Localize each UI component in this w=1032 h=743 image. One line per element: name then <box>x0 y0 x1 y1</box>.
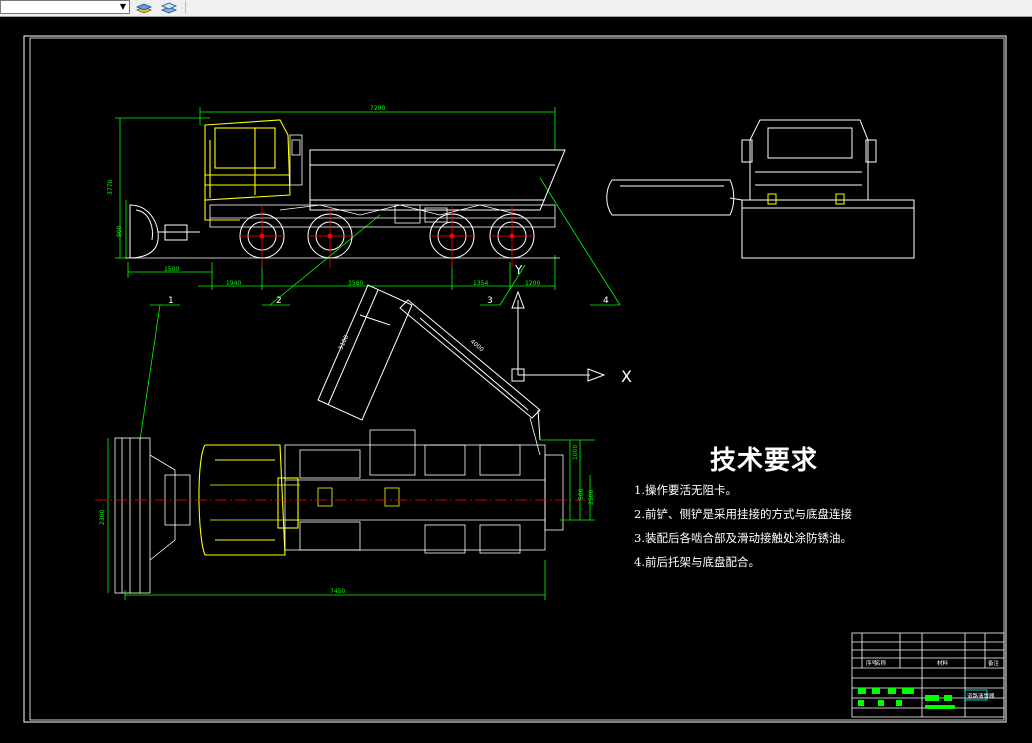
plan-view: X Y 5100 4000 7450 2300 1000 2500 500 <box>95 263 632 600</box>
outer-frame <box>23 35 1007 723</box>
callout-1: 1 <box>168 296 174 306</box>
layer-combo[interactable]: ▼ <box>0 0 130 14</box>
layer-states-icon[interactable] <box>135 0 153 15</box>
side-view: 7290 3770 900 1500 1940 3580 1354 1200 1… <box>107 105 621 441</box>
chevron-down-icon[interactable]: ▼ <box>118 1 128 13</box>
callout-4: 4 <box>603 296 609 306</box>
dim-plan-width: 2300 <box>99 510 106 525</box>
tech-requirements-list: 1.操作要活无阻卡。 2.前铲、侧铲是采用挂接的方式与底盘连接 3.装配后各啮合… <box>634 483 852 579</box>
tech-requirement-item: 4.前后托架与底盘配合。 <box>634 555 760 569</box>
tb-drawing-name: 道路清雪器 <box>967 692 995 700</box>
tb-header-notes: 备注 <box>988 659 1000 667</box>
dim-front-overhang: 1500 <box>164 266 179 273</box>
tech-requirements-title: 技术要求 <box>710 446 819 476</box>
dim-arm-lower: 4000 <box>469 338 485 353</box>
dim-rear-overhang: 1200 <box>525 280 540 287</box>
layer-previous-icon[interactable] <box>160 0 178 15</box>
tb-header-material: 材料 <box>937 659 949 667</box>
inner-frame <box>29 37 1005 721</box>
drawing-canvas[interactable]: 7290 3770 900 1500 1940 3580 1354 1200 1… <box>0 17 1032 739</box>
dim-axle-gap: 1354 <box>473 280 488 287</box>
side-wheels <box>239 213 535 259</box>
dim-height: 3770 <box>107 180 114 195</box>
front-view <box>606 119 915 259</box>
tech-requirement-item: 1.操作要活无阻卡。 <box>634 483 737 497</box>
dim-blade-height: 900 <box>116 225 123 237</box>
dim-right-2: 2500 <box>588 490 595 505</box>
toolbar-separator <box>185 1 186 14</box>
title-block <box>851 632 1005 718</box>
dim-right-1: 1000 <box>572 445 579 460</box>
tb-header-name: 名称 <box>875 659 887 667</box>
callout-3: 3 <box>487 296 493 306</box>
dim-plan-length: 7450 <box>330 588 345 595</box>
tech-requirement-item: 3.装配后各啮合部及滑动接触处涂防锈油。 <box>634 531 852 545</box>
axis-x-label: X <box>621 367 632 386</box>
callout-2: 2 <box>276 296 282 306</box>
toolbar: ▼ <box>0 0 1032 17</box>
dim-overall-length: 7290 <box>370 105 385 112</box>
axis-y-label: Y <box>514 263 523 277</box>
dim-right-3: 500 <box>578 488 585 500</box>
dim-arm-upper: 5100 <box>337 334 350 351</box>
dim-axle1: 1940 <box>226 280 241 287</box>
tech-requirement-item: 2.前铲、侧铲是采用挂接的方式与底盘连接 <box>634 507 852 521</box>
dim-wheelbase: 3580 <box>348 280 363 287</box>
